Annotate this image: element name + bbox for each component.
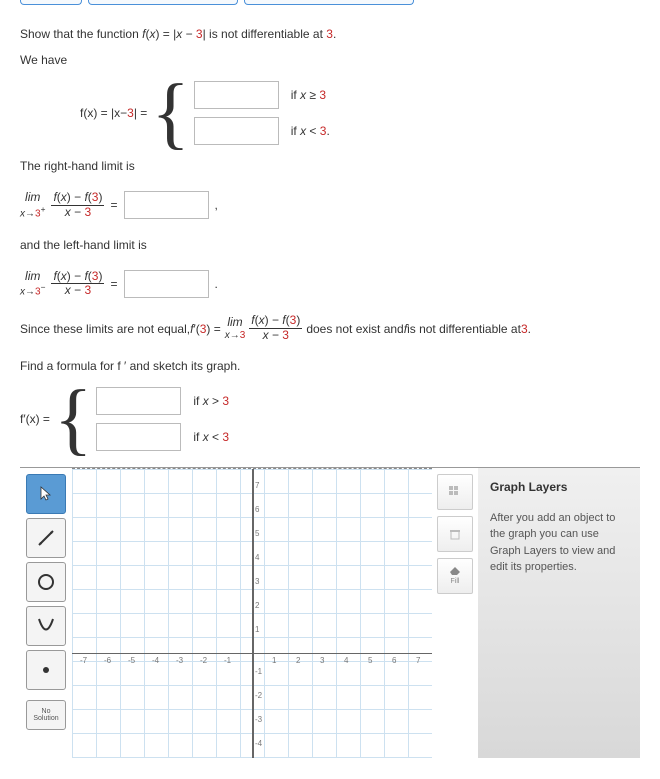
tool-circle[interactable] [26,562,66,602]
tool-line[interactable] [26,518,66,558]
tab-practice[interactable] [244,0,414,5]
tool-point[interactable] [26,650,66,690]
find-formula-text: Find a formula for f ′ and sketch its gr… [20,357,640,375]
case1-input[interactable] [194,81,279,109]
graph-toolbar: No Solution [20,468,72,758]
fp-case1-input[interactable] [96,387,181,415]
f: f [142,27,145,41]
intro-prefix: Show that the function [20,27,142,41]
right-limit-input[interactable] [124,191,209,219]
left-brace-2: { [54,395,92,443]
left-limit-input[interactable] [124,270,209,298]
tool-fill[interactable]: Fill [437,558,473,594]
tool-grid[interactable] [437,474,473,510]
graph-layers-panel: Graph Layers After you add an object to … [478,468,640,758]
we-have: We have [20,51,640,69]
case2-input[interactable] [194,117,279,145]
graph-canvas[interactable]: 7 6 5 4 3 2 1 -1 -2 -3 -4 -7 -6 -5 -4 -3… [72,468,432,758]
left-brace: { [151,89,189,137]
fx-eq: f [80,106,83,120]
left-limit-text: and the left-hand limit is [20,236,640,254]
right-limit-text: The right-hand limit is [20,157,640,175]
graph-right-tools: Fill [432,468,478,758]
tool-delete[interactable] [437,516,473,552]
layers-title: Graph Layers [490,480,628,494]
tab-ask-teacher[interactable] [88,0,238,5]
fp-case2-input[interactable] [96,423,181,451]
layers-help-text: After you add an object to the graph you… [490,510,628,576]
problem-content: Show that the function f(x) = |x − 3| is… [0,5,660,778]
tool-parabola[interactable] [26,606,66,646]
tab-notes[interactable] [20,0,82,5]
tool-no-solution[interactable]: No Solution [26,700,66,730]
tool-pointer[interactable] [26,474,66,514]
